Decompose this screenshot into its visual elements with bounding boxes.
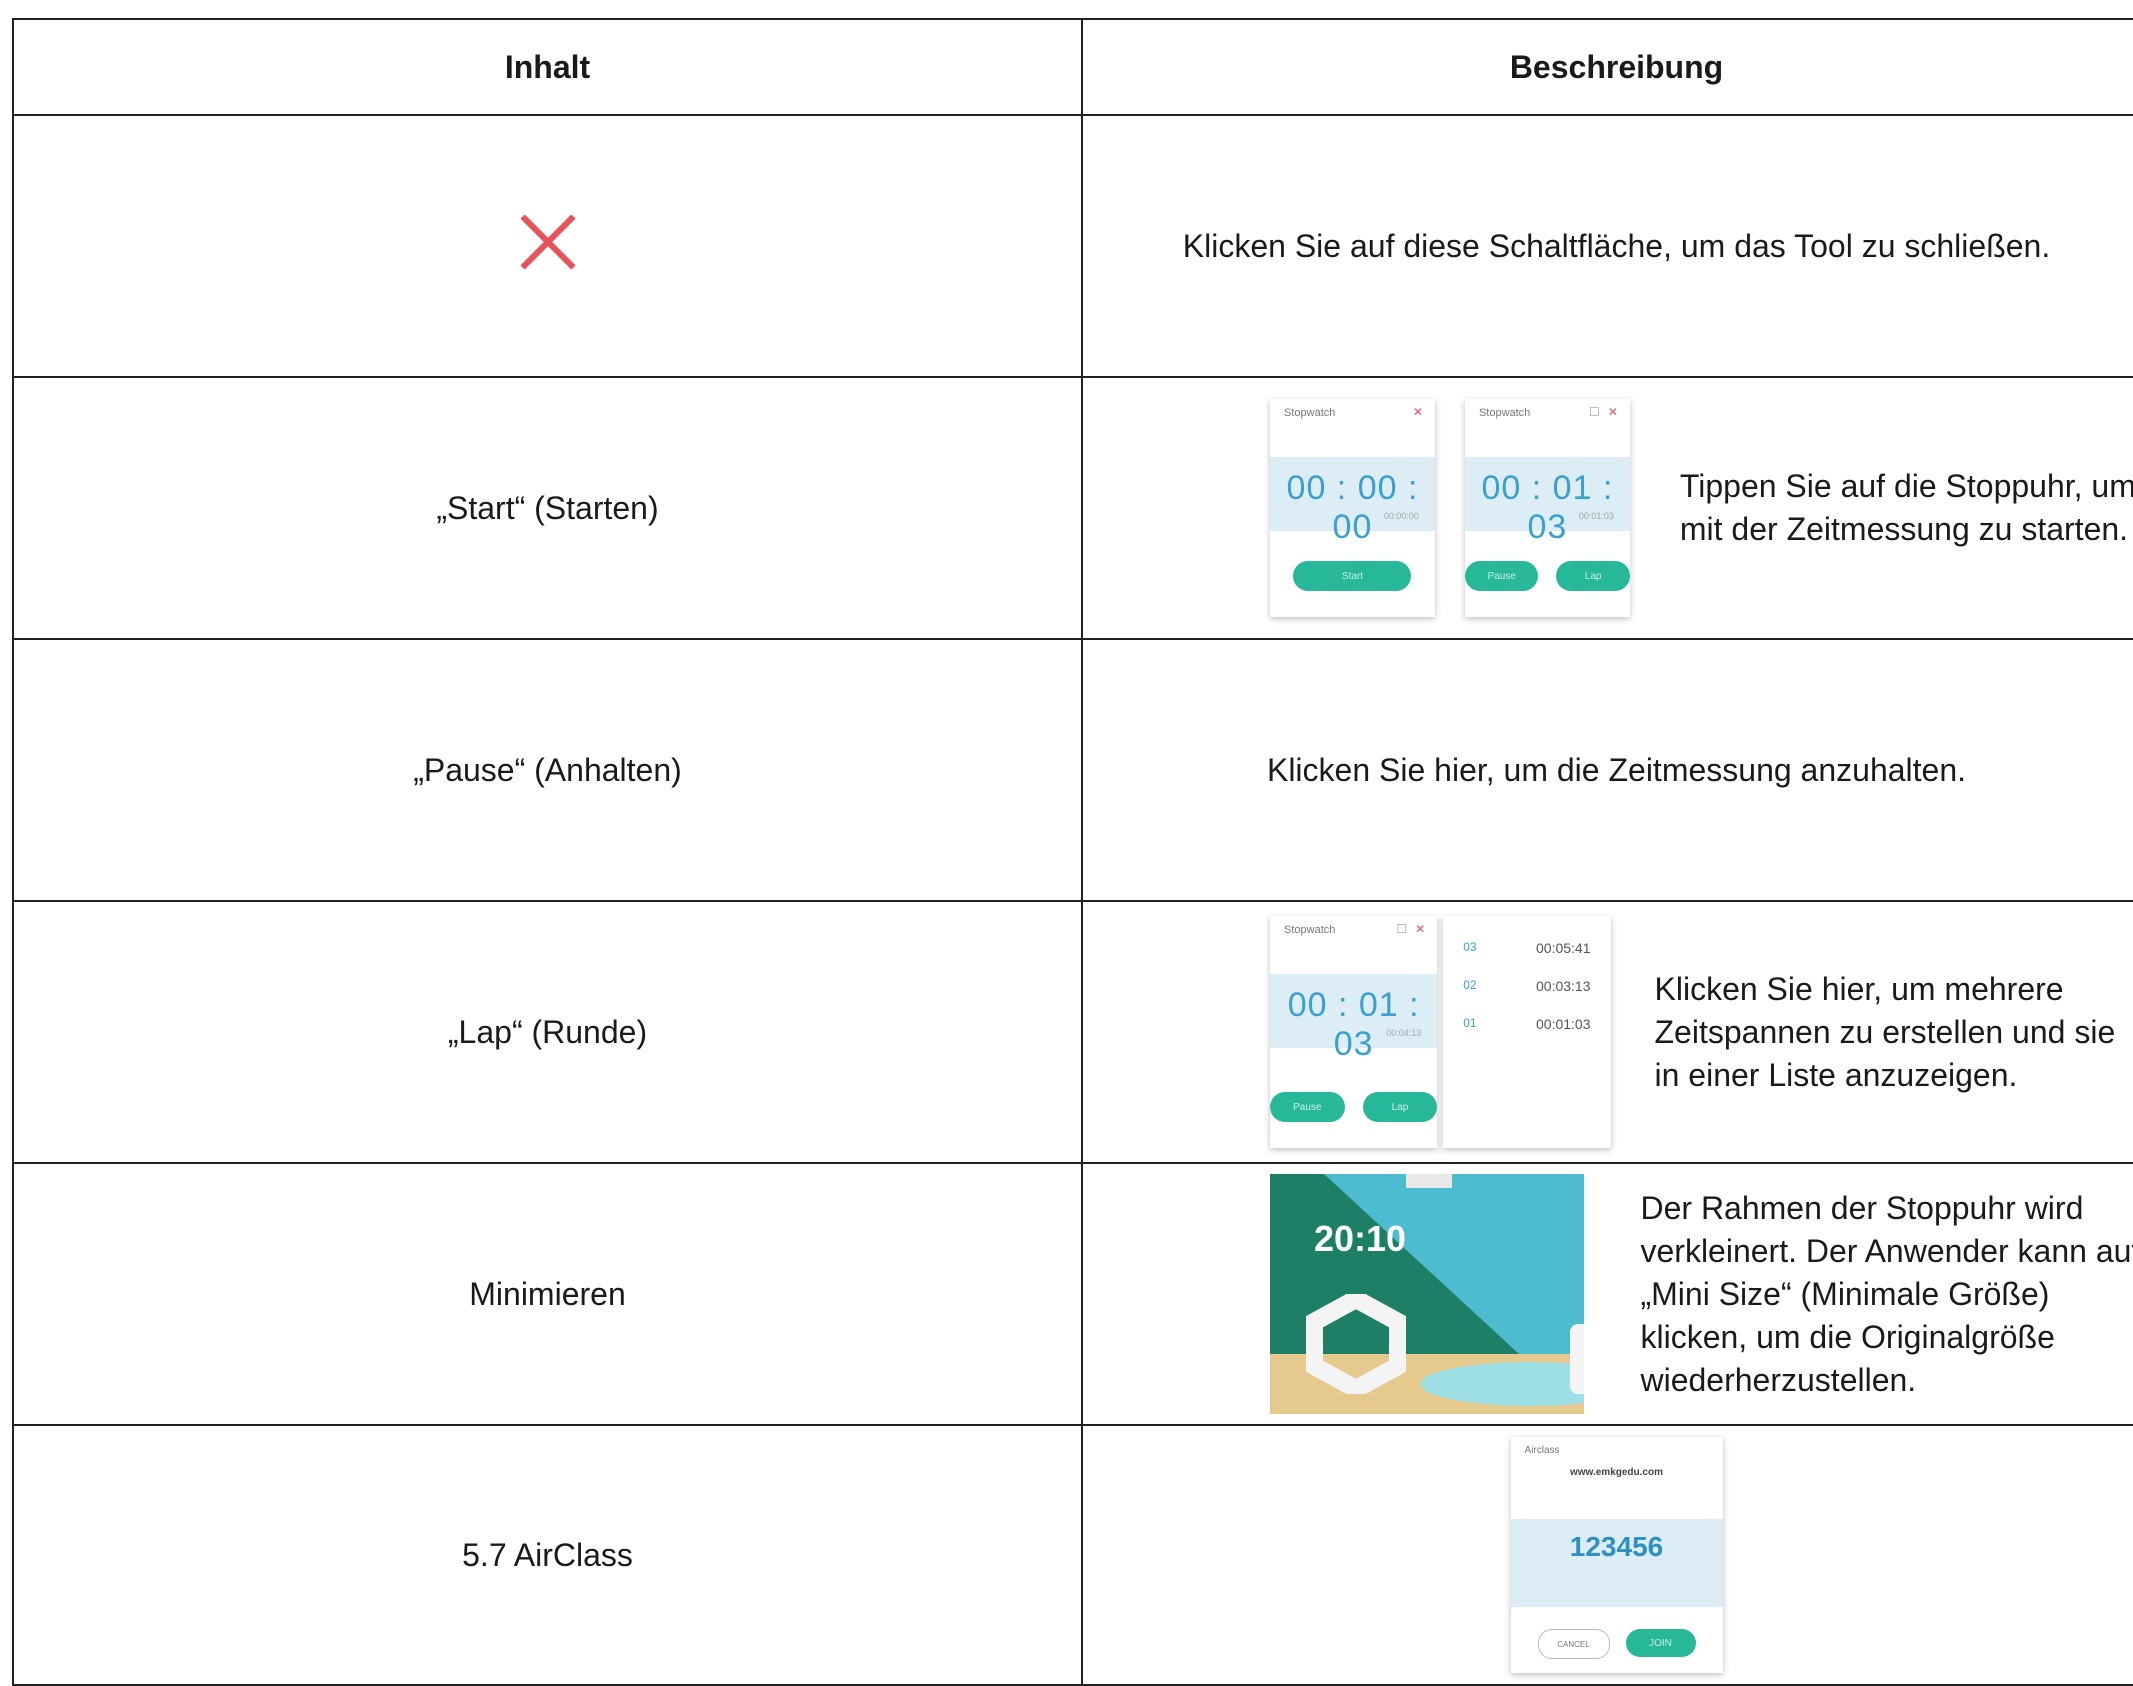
table-header-row: Inhalt Beschreibung [13,19,2133,115]
table-row: „Pause“ (Anhalten) Klicken Sie hier, um … [13,639,2133,901]
stopwatch-screenshot-initial: Stopwatch ✕ 00 : 00 : 0000:00:00 Start [1270,399,1435,617]
airclass-dialog-screenshot: Airclass www.emkgedu.com 123456 CANCEL J… [1511,1437,1723,1673]
description-cell: Klicken Sie hier, um die Zeitmessung anz… [1082,639,2133,901]
lap-list: 0300:05:41 0200:03:13 0100:01:03 [1443,916,1610,1148]
close-icon: ✕ [1413,405,1423,419]
lap-button: Lap [1556,561,1629,591]
desktop-clock: 20:10 [1314,1218,1406,1260]
pause-button: Pause [1465,561,1538,591]
content-cell: „Start“ (Starten) [13,377,1082,639]
start-button: Start [1293,561,1411,591]
lap-button: Lap [1363,1092,1438,1122]
close-icon: ✕ [1415,922,1425,936]
room-code: 123456 [1511,1531,1723,1563]
content-cell: „Lap“ (Runde) [13,901,1082,1163]
minimized-desktop-screenshot: 20:10 [1270,1174,1584,1414]
feature-table: Inhalt Beschreibung Klicken Sie auf dies… [12,18,2133,1686]
list-item: 0200:03:13 [1463,978,1590,994]
hexagon-decoration [1306,1294,1406,1394]
table-row: Klicken Sie auf diese Schaltfläche, um d… [13,115,2133,377]
table-row: 5.7 AirClass Airclass www.emkgedu.com 12… [13,1425,2133,1685]
description-text: Der Rahmen der Stoppuhr wird verkleinert… [1640,1187,2133,1402]
description-cell: Stopwatch ✕ 00 : 00 : 0000:00:00 Start S… [1082,377,2133,639]
list-item: 0100:01:03 [1463,1016,1590,1032]
content-cell [13,115,1082,377]
description-cell: Klicken Sie auf diese Schaltfläche, um d… [1082,115,2133,377]
description-text: Tippen Sie auf die Stoppuhr, um mit der … [1680,465,2133,551]
table-row: „Start“ (Starten) Stopwatch ✕ 00 : 00 : … [13,377,2133,639]
table-row: Minimieren 20:10 Der Rahmen der Stoppuhr… [13,1163,2133,1425]
description-cell: Stopwatch ☐✕ 00 : 01 : 0300:04:13 PauseL… [1082,901,2133,1163]
close-icon [518,212,578,272]
content-cell: „Pause“ (Anhalten) [13,639,1082,901]
mini-size-tab [1406,1174,1452,1188]
content-cell: Minimieren [13,1163,1082,1425]
header-description: Beschreibung [1082,19,2133,115]
header-content: Inhalt [13,19,1082,115]
minimize-icon: ☐ [1396,922,1407,936]
list-item: 0300:05:41 [1463,940,1590,956]
content-cell: 5.7 AirClass [13,1425,1082,1685]
description-cell: 20:10 Der Rahmen der Stoppuhr wird verkl… [1082,1163,2133,1425]
description-cell: Airclass www.emkgedu.com 123456 CANCEL J… [1082,1425,2133,1685]
minimize-icon: ☐ [1589,405,1600,419]
stopwatch-screenshot-running: Stopwatch ☐✕ 00 : 01 : 0300:01:03 PauseL… [1465,399,1630,617]
table-row: „Lap“ (Runde) Stopwatch ☐✕ 00 : 01 : 030… [13,901,2133,1163]
stopwatch-screenshot-lap: Stopwatch ☐✕ 00 : 01 : 0300:04:13 PauseL… [1270,916,1437,1148]
close-icon: ✕ [1608,405,1618,419]
join-button: JOIN [1626,1629,1696,1657]
pause-button: Pause [1270,1092,1345,1122]
cancel-button: CANCEL [1538,1629,1610,1659]
description-text: Klicken Sie hier, um mehrere Zeitspannen… [1655,968,2133,1097]
